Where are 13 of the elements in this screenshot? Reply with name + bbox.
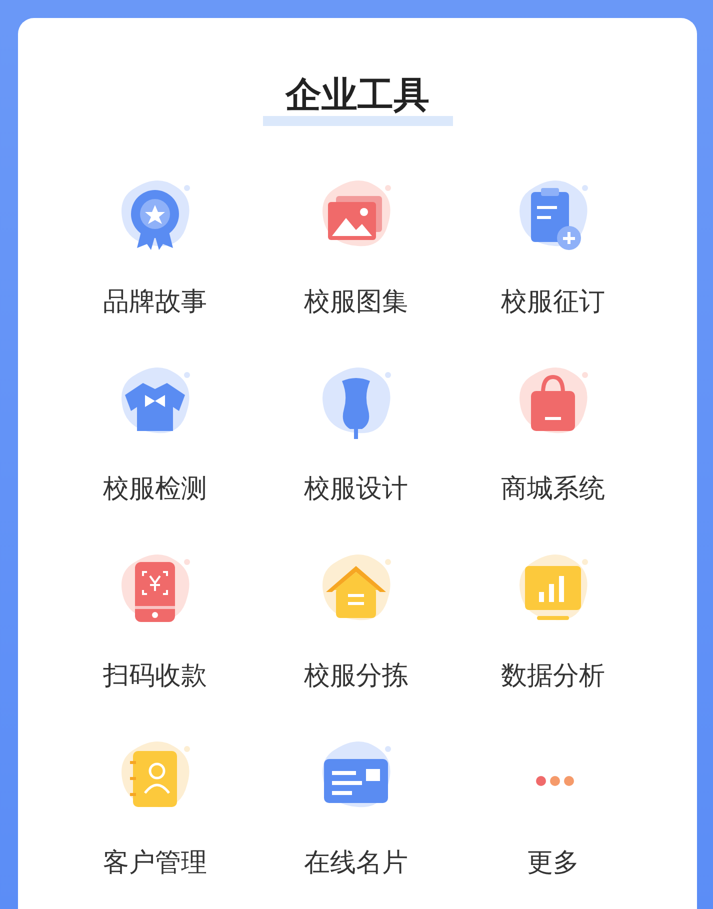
tool-label[interactable]: 校服征订: [501, 284, 605, 320]
tool-label[interactable]: 品牌故事: [103, 284, 207, 320]
tool-label[interactable]: 数据分析: [501, 658, 605, 694]
tool-label[interactable]: 客户管理: [103, 845, 207, 881]
tool-label[interactable]: 校服分拣: [304, 658, 408, 694]
tool-label[interactable]: 在线名片: [304, 845, 408, 881]
section-title: 企业工具: [286, 76, 430, 116]
tool-label[interactable]: 校服设计: [304, 471, 408, 507]
tool-label[interactable]: 校服检测: [103, 471, 207, 507]
tool-label[interactable]: 扫码收款: [103, 658, 207, 694]
tool-label[interactable]: 商城系统: [501, 471, 605, 507]
tool-label[interactable]: 更多: [527, 845, 579, 881]
tool-label[interactable]: 校服图集: [304, 284, 408, 320]
